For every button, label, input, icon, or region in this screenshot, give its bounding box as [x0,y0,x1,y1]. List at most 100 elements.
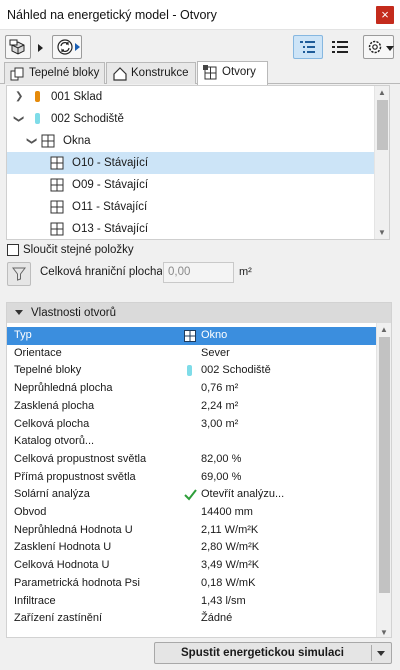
block-color-marker [35,113,40,124]
properties-scrollbar[interactable]: ▲ ▼ [376,323,391,637]
property-key: Obvod [14,506,47,518]
property-key: Typ [14,329,32,341]
house-icon [113,67,127,81]
property-row[interactable]: Zasklení Hodnota U 2,80 W/m²K [7,539,377,557]
tree-item-label: 002 Schodiště [51,113,124,125]
element-tree: ❯ 001 Sklad ❯ 002 Schodiště ❯ Okna O10 -… [6,85,390,240]
window-icon [184,330,196,342]
property-key: Zasklení Hodnota U [14,541,112,554]
property-row[interactable]: Neprůhledná Hodnota U 2,11 W/m²K [7,522,377,540]
list-view-button[interactable] [332,40,348,57]
property-row[interactable]: Obvod 14400 mm [7,504,377,522]
property-row[interactable]: Celková Hodnota U 3,49 W/m²K [7,557,377,575]
tree-item-001-sklad[interactable]: ❯ 001 Sklad [7,86,375,108]
property-key: Solární analýza [14,488,90,501]
model-3d-button[interactable] [5,35,31,59]
list-view-icon [332,41,348,53]
property-value: 0,76 m² [201,382,239,395]
property-row[interactable]: Orientace Sever [7,345,377,363]
property-value: 69,00 % [201,470,242,483]
property-value: 2,24 m² [201,399,239,412]
tree-item-o09[interactable]: O09 - Stávající [7,174,375,196]
tree-view-button[interactable] [293,35,323,59]
property-key: Neprůhledná plocha [14,382,113,395]
tree-scrollbar[interactable]: ▲ ▼ [374,86,389,239]
property-key: Orientace [14,346,62,359]
tab-label: Tepelné bloky [29,67,100,79]
tree-item-label: 001 Sklad [51,91,103,103]
scroll-up-icon[interactable]: ▲ [378,88,386,97]
boundary-area-unit: m² [239,266,252,278]
property-value[interactable]: Otevřít analýzu... [201,486,284,504]
close-button[interactable]: × [376,6,394,24]
property-value: Okno [201,329,228,341]
scroll-thumb[interactable] [379,337,390,593]
block-color-marker [35,91,40,102]
tab-openings[interactable]: Otvory [197,61,268,85]
property-value: 14400 mm [201,506,253,518]
collapse-triangle-icon[interactable] [15,310,23,315]
window-icon [203,65,217,80]
tree-item-o13[interactable]: O13 - Stávající [7,218,375,239]
scroll-up-icon[interactable]: ▲ [380,325,388,334]
tree-item-o10[interactable]: O10 - Stávající [7,152,375,174]
blocks-icon [10,67,24,81]
property-key: Tepelné bloky [14,364,82,377]
property-row[interactable]: Zasklená plocha 2,24 m² [7,398,377,416]
property-row[interactable]: Solární analýza Otevřít analýzu... [7,486,377,504]
boundary-area-field[interactable]: 0,00 [163,262,234,283]
property-key: Zařízení zastínění [14,612,103,625]
tab-thermal-blocks[interactable]: Tepelné bloky [4,62,105,84]
property-row[interactable]: Celková propustnost světla 82,00 % [7,451,377,469]
property-value: 2,11 W/m²K [201,523,259,536]
filter-icon [12,267,26,281]
tree-item-okna[interactable]: ❯ Okna [7,130,375,152]
tab-label: Konstrukce [131,67,189,79]
chevron-down-icon[interactable]: ❯ [20,137,42,145]
window-icon [50,222,64,236]
property-row[interactable]: Infiltrace 1,43 l/sm [7,593,377,611]
scroll-down-icon[interactable]: ▼ [380,628,388,637]
tree-item-label: Okna [63,135,91,147]
settings-menu-arrow [386,46,394,51]
chevron-right-icon[interactable]: ❯ [15,86,23,108]
checkbox-box[interactable] [7,244,19,256]
scroll-down-icon[interactable]: ▼ [378,228,386,237]
properties-title: Vlastnosti otvorů [31,307,117,319]
property-value: 3,49 W/m²K [201,559,260,572]
tab-label: Otvory [222,66,256,78]
window-icon [50,178,64,192]
window-icon [50,156,64,170]
property-row[interactable]: Zařízení zastínění Žádné [7,610,377,628]
property-row[interactable]: Tepelné bloky 002 Schodiště [7,362,377,380]
run-simulation-label: Spustit energetickou simulaci [181,647,344,659]
title-bar: Náhled na energetický model - Otvory × [0,0,400,30]
scroll-thumb[interactable] [377,100,388,150]
checkmark-icon [184,489,197,501]
model-3d-menu-arrow[interactable] [38,44,43,52]
settings-button[interactable] [363,35,394,59]
property-row[interactable]: Celková plocha 3,00 m² [7,416,377,434]
property-row[interactable]: Neprůhledná plocha 0,76 m² [7,380,377,398]
property-key: Celková Hodnota U [14,559,110,572]
refresh-button[interactable] [52,35,82,59]
block-color-marker [187,365,192,377]
property-row[interactable]: Katalog otvorů... [7,433,377,451]
property-key: Neprůhledná Hodnota U [14,523,133,536]
property-value: 82,00 % [201,452,242,465]
property-row[interactable]: Typ Okno [7,327,377,345]
property-row[interactable]: Parametrická hodnota Psi 0,18 W/mK [7,575,377,593]
tree-item-002-schodiste[interactable]: ❯ 002 Schodiště [7,108,375,130]
properties-header[interactable]: Vlastnosti otvorů [7,303,391,323]
property-value: Žádné [201,612,233,625]
run-energy-simulation-button[interactable]: Spustit energetickou simulaci [154,642,392,664]
filter-button[interactable] [7,262,31,286]
tab-structures[interactable]: Konstrukce [106,62,196,84]
tree-item-o11[interactable]: O11 - Stávající [7,196,375,218]
chevron-down-icon[interactable]: ❯ [7,115,29,123]
property-key: Infiltrace [14,594,56,607]
property-row[interactable]: Přímá propustnost světla 69,00 % [7,469,377,487]
chevron-down-icon[interactable] [377,651,385,656]
property-key: Přímá propustnost světla [14,470,136,483]
refresh-menu-arrow [75,43,80,51]
